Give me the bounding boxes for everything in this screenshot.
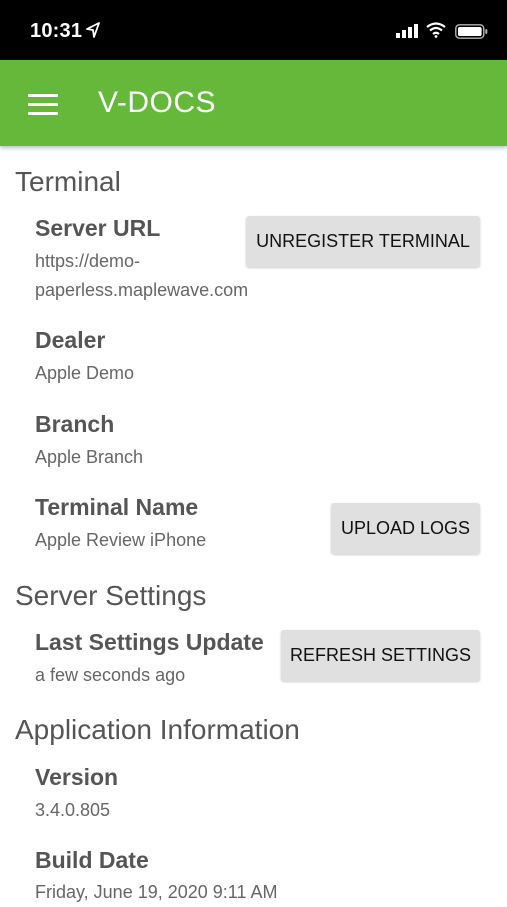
terminal-name-label: Terminal Name	[35, 494, 199, 520]
wifi-icon	[426, 22, 446, 38]
app-bar	[0, 60, 507, 146]
unregister-terminal-button[interactable]: UNREGISTER TERMINAL	[246, 216, 480, 267]
location-arrow-icon	[86, 22, 100, 38]
hamburger-menu-icon[interactable]	[28, 94, 60, 118]
terminal-name-value: Apple Review iPhone	[35, 530, 207, 550]
status-time: 10:31	[30, 20, 83, 42]
refresh-settings-button[interactable]: REFRESH SETTINGS	[281, 630, 480, 681]
app-title: V-DOCS	[98, 86, 217, 119]
application-information-section-title: Application Information	[15, 714, 300, 745]
server-settings-section-title: Server Settings	[15, 580, 207, 611]
server-url-line-2: paperless.maplewave.com	[35, 280, 249, 300]
version-value: 3.4.0.805	[35, 800, 111, 820]
last-settings-update-label: Last Settings Update	[35, 629, 264, 655]
last-settings-update-value: a few seconds ago	[35, 665, 186, 685]
status-bar: 10:31	[0, 0, 507, 60]
cellular-signal-icon	[396, 24, 418, 38]
upload-logs-button[interactable]: UPLOAD LOGS	[331, 503, 480, 554]
dealer-value: Apple Demo	[35, 363, 135, 383]
build-date-value: Friday, June 19, 2020 9:11 AM	[35, 882, 278, 902]
branch-label: Branch	[35, 411, 115, 437]
battery-icon	[455, 24, 488, 39]
server-url-label: Server URL	[35, 215, 161, 241]
build-date-label: Build Date	[35, 847, 149, 873]
server-url-line-1: https://demo-	[35, 251, 141, 271]
server-url-value: https://demo- paperless.maplewave.com	[35, 247, 248, 305]
version-label: Version	[35, 764, 119, 790]
branch-value: Apple Branch	[35, 447, 144, 467]
dealer-label: Dealer	[35, 327, 106, 353]
terminal-section-title: Terminal	[15, 166, 121, 197]
